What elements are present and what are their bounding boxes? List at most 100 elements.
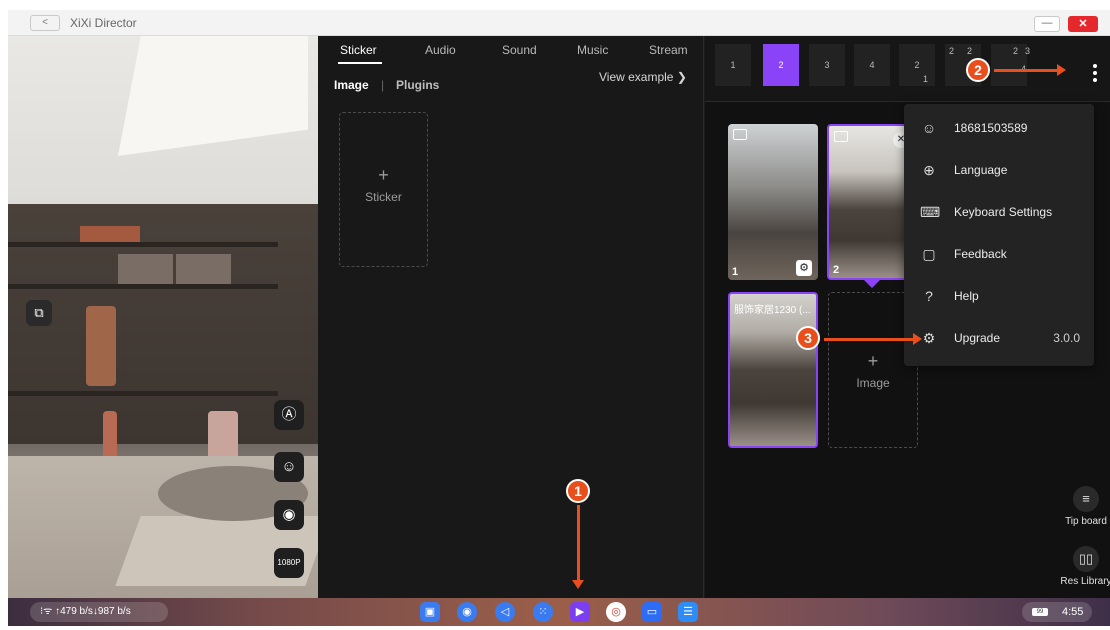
tab-stream[interactable]: Stream [649,43,688,57]
help-icon: ? [925,288,933,304]
resolution-button[interactable]: 1080P [274,548,304,578]
menu-item-label: Language [954,163,1008,177]
active-tab-indicator [338,62,382,64]
list-icon: ≡ [1073,486,1099,512]
book-icon: ▯▯ [1073,546,1099,572]
menu-item-label: Feedback [954,247,1007,261]
tip-board-label: Tip board [1065,516,1107,527]
beauty-icon[interactable]: ☺ [274,452,304,482]
taskbar: ⁝ᯤ ↑479 b/s↓987 b/s ▣ ◉ ◁ ⁙ ▶ ◎ ▭ ☰ 99 4… [8,598,1110,626]
close-button[interactable]: ✕ [1068,16,1098,32]
resource-panel: Sticker Audio Sound Music Stream Image |… [318,36,704,598]
gear-icon: ⚙ [922,330,936,346]
tip-board-button[interactable]: ≡ Tip board [1062,486,1110,527]
menu-item-label: Keyboard Settings [954,205,1053,219]
user-circle-icon: ☺ [921,120,937,136]
plus-icon: + [378,165,389,185]
res-library-button[interactable]: ▯▯ Res Library [1059,546,1110,587]
callout-badge-2: 2 [966,58,990,82]
layout-switch-icon[interactable]: ⧉ [26,300,52,326]
scene-7-top-b: 3 [1025,46,1031,56]
preview-shelf [8,391,278,396]
version-label: 3.0.0 [1053,331,1080,345]
callout-arrow-3 [824,333,922,345]
preview-shelf [8,284,278,289]
window-app-icon[interactable]: ▭ [642,602,662,622]
add-image-label: Image [856,376,890,390]
preview-box [176,254,231,284]
screenshot-app-icon[interactable]: ▣ [420,602,440,622]
preview-shelf [8,242,278,247]
scene-5-label: 2 [914,60,920,70]
app-grid-icon[interactable]: ⁙ [533,602,553,622]
tab-music[interactable]: Music [577,43,608,57]
auto-icon[interactable]: Ⓐ [274,400,304,430]
preview-suitcase [80,226,140,242]
image-icon [834,131,848,142]
source-number: 2 [833,264,840,276]
callout-arrow-2 [994,64,1066,76]
subtab-plugins[interactable]: Plugins [396,78,439,92]
scene-1[interactable]: 1 [715,44,751,86]
notes-app-icon[interactable]: ☰ [678,602,698,622]
menu-item-label: Help [954,289,979,303]
scene-5-sub: 1 [923,74,929,84]
res-library-label: Res Library [1060,576,1110,587]
back-nav-icon[interactable]: ◁ [495,602,515,622]
callout-badge-1: 1 [566,479,590,503]
status-tray[interactable]: 99 4:55 [1022,602,1092,622]
source-camera-1[interactable]: ⚙ 1 [728,124,818,280]
screen: < XiXi Director — ✕ ⧉ Ⓐ ☺ ◉ 1080P Sticke… [0,0,1110,630]
preview-box [118,254,173,284]
subtab-image[interactable]: Image [334,78,369,92]
scene-6-top-b: 2 [967,46,973,56]
menu-item-label: Upgrade [954,331,1001,345]
scene-2[interactable]: 2 [763,44,799,86]
source-settings-icon[interactable]: ⚙ [796,260,812,276]
feedback-icon: ▢ [922,246,936,262]
keyboard-icon: ⌨ [920,204,941,220]
scene-5[interactable]: 2 1 [899,44,935,86]
chrome-app-icon[interactable]: ◎ [606,602,626,622]
scene-7-top-a: 2 [1013,46,1019,56]
menu-item-feedback[interactable]: ▢ Feedback [904,234,1094,274]
source-caption: 服饰家居1230 (... [734,305,811,316]
tab-audio[interactable]: Audio [425,43,456,57]
tab-bar: Sticker Audio Sound Music Stream [318,36,703,64]
menu-item-keyboard-settings[interactable]: ⌨ Keyboard Settings [904,192,1094,232]
scene-6-top: 2 [949,46,955,56]
menu-item-label: 18681503589 [954,121,1028,135]
menu-item-language[interactable]: ⊕ Language [904,150,1094,190]
minimize-button[interactable]: — [1034,16,1060,32]
more-menu: ☺ 18681503589 ⊕ Language ⌨ Keyboard Sett… [904,104,1094,366]
window-title: XiXi Director [70,16,137,30]
add-sticker-label: Sticker [365,190,402,204]
tab-sound[interactable]: Sound [502,43,537,57]
menu-item-upgrade[interactable]: ⚙ Upgrade 3.0.0 [904,318,1094,358]
scene-3[interactable]: 3 [809,44,845,86]
view-example-link[interactable]: View example ❯ [599,70,687,84]
title-bar: < XiXi Director — ✕ [8,10,1110,36]
camera-preview[interactable]: ⧉ Ⓐ ☺ ◉ 1080P [8,36,318,598]
director-app-icon[interactable]: ▶ [570,602,590,622]
menu-item-account[interactable]: ☺ 18681503589 [904,108,1094,148]
scene-7[interactable]: 2 3 4 [991,44,1031,86]
record-icon[interactable]: ◉ [274,500,304,530]
battery-icon: 99 [1032,608,1048,616]
clock-time: 4:55 [1062,606,1084,618]
callout-arrow-1 [572,505,584,589]
tab-sticker[interactable]: Sticker [340,43,377,57]
add-sticker-tile[interactable]: + Sticker [339,112,428,267]
back-button[interactable]: < [30,15,60,31]
scene-4[interactable]: 4 [854,44,890,86]
subtab-divider: | [381,78,385,92]
globe-icon: ⊕ [923,162,935,178]
source-number: 1 [732,266,739,278]
more-menu-icon[interactable] [1093,64,1099,82]
camera-app-icon[interactable]: ◉ [457,602,477,622]
preview-coat [86,306,116,386]
selection-pointer [864,280,880,288]
source-image-3[interactable]: 服饰家居1230 (... [728,292,818,448]
preview-wall [8,204,318,444]
menu-item-help[interactable]: ? Help [904,276,1094,316]
